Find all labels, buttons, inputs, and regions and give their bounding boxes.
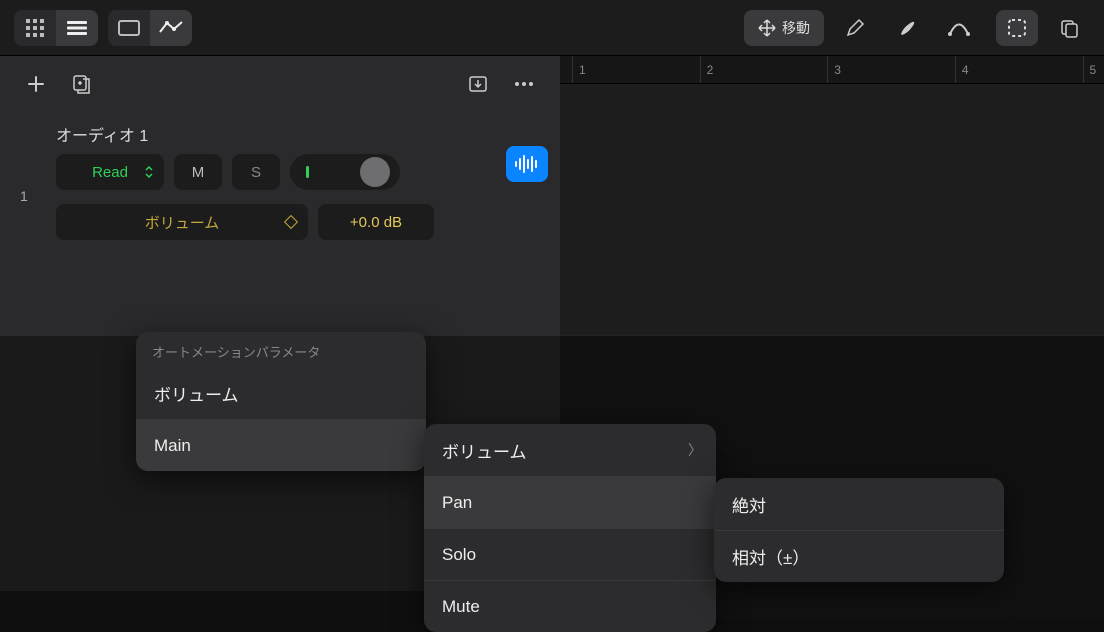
brush-icon	[897, 18, 917, 38]
automation-icon	[159, 20, 183, 36]
timeline-track-row[interactable]	[560, 84, 1104, 336]
menu-item-main-label: Main	[154, 436, 191, 456]
submenu-item-pan-label: Pan	[442, 493, 472, 513]
duplicate-track-button[interactable]	[64, 66, 100, 102]
chevron-right-icon: 〉	[688, 440, 702, 460]
curve-tool-button[interactable]	[938, 10, 980, 46]
submenu-item-volume-label: ボリューム	[442, 438, 527, 463]
updown-icon	[144, 165, 154, 179]
marquee-icon	[1007, 18, 1027, 38]
volume-knob[interactable]	[360, 157, 390, 187]
grid-view-button[interactable]	[14, 10, 56, 46]
view-mode-group	[14, 10, 98, 46]
track-header[interactable]: 1 オーディオ 1 Read M S ボリューム	[0, 112, 560, 250]
ruler-mark: 5	[1083, 56, 1104, 83]
volume-meter-dot	[306, 166, 309, 178]
menu-header: オートメーションパラメータ	[136, 332, 426, 367]
pencil-icon	[845, 18, 865, 38]
diamond-icon	[284, 215, 298, 229]
copy-icon	[1059, 18, 1079, 38]
ellipsis-icon	[514, 81, 534, 87]
submenu-item-mute[interactable]: Mute	[424, 580, 716, 632]
ruler-mark: 1	[572, 56, 700, 83]
move-tool-button[interactable]: 移動	[744, 10, 824, 46]
grid-icon	[26, 19, 44, 37]
curve-icon	[948, 19, 970, 37]
submenu-item-solo[interactable]: Solo	[424, 528, 716, 580]
pan-item-absolute[interactable]: 絶対	[714, 478, 1004, 530]
track-index: 1	[20, 188, 28, 204]
automation-view-button[interactable]	[150, 10, 192, 46]
list-view-button[interactable]	[56, 10, 98, 46]
top-toolbar: 移動	[0, 0, 1104, 56]
main-submenu: ボリューム 〉 Pan Solo Mute	[424, 424, 716, 632]
more-options-button[interactable]	[506, 66, 542, 102]
timeline-ruler[interactable]: 1 2 3 4 5	[560, 56, 1104, 84]
track-list-toolbar	[0, 56, 560, 112]
ruler-mark: 3	[827, 56, 955, 83]
region-automation-group	[108, 10, 192, 46]
automation-mode-label: Read	[92, 164, 128, 181]
menu-item-volume[interactable]: ボリューム	[136, 367, 426, 419]
region-view-button[interactable]	[108, 10, 150, 46]
ruler-mark: 4	[955, 56, 1083, 83]
brush-tool-button[interactable]	[886, 10, 928, 46]
pan-submenu: 絶対 相対（±）	[714, 478, 1004, 582]
submenu-item-volume[interactable]: ボリューム 〉	[424, 424, 716, 476]
import-button[interactable]	[460, 66, 496, 102]
copy-tool-button[interactable]	[1048, 10, 1090, 46]
track-name[interactable]: オーディオ 1	[56, 122, 550, 146]
automation-parameter-value[interactable]: +0.0 dB	[318, 204, 434, 240]
plus-icon	[27, 75, 45, 93]
pencil-tool-button[interactable]	[834, 10, 876, 46]
ruler-mark: 2	[700, 56, 828, 83]
automation-parameter-label: ボリューム	[145, 212, 220, 233]
move-icon	[758, 19, 776, 37]
submenu-item-pan[interactable]: Pan	[424, 476, 716, 528]
download-icon	[468, 75, 488, 93]
mute-button[interactable]: M	[174, 154, 222, 190]
region-icon	[118, 20, 140, 36]
pan-item-relative[interactable]: 相対（±）	[714, 530, 1004, 582]
waveform-icon	[514, 155, 540, 173]
solo-button[interactable]: S	[232, 154, 280, 190]
automation-mode-dropdown[interactable]: Read	[56, 154, 164, 190]
volume-slider[interactable]	[290, 154, 400, 190]
move-tool-label: 移動	[782, 18, 810, 38]
automation-parameter-dropdown[interactable]: ボリューム	[56, 204, 308, 240]
add-track-button[interactable]	[18, 66, 54, 102]
list-icon	[67, 21, 87, 35]
duplicate-icon	[72, 74, 92, 94]
automation-param-menu: オートメーションパラメータ ボリューム Main	[136, 332, 426, 471]
menu-item-main[interactable]: Main	[136, 419, 426, 471]
track-type-button[interactable]	[506, 146, 548, 182]
marquee-tool-button[interactable]	[996, 10, 1038, 46]
